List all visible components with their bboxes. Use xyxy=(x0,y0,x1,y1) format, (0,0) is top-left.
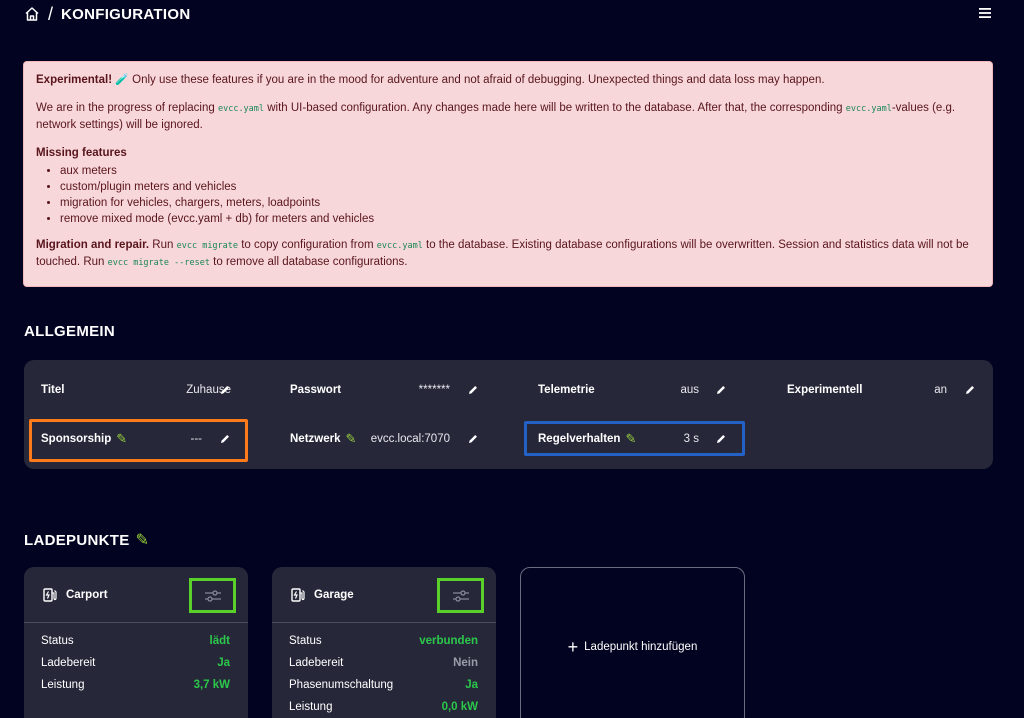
setting-network[interactable]: Netzwerk ✎ evcc.local:7070 xyxy=(290,428,450,450)
loadpoint-row-ready: Ladebereit Nein xyxy=(289,657,478,673)
loadpoint-name: Carport xyxy=(66,588,108,601)
loadpoint-name: Garage xyxy=(314,588,354,601)
setting-value: ******* xyxy=(418,384,450,396)
row-value: verbunden xyxy=(419,635,478,647)
setting-telemetry[interactable]: Telemetrie aus xyxy=(538,379,699,401)
alert-code: evcc migrate --reset xyxy=(107,258,210,268)
setting-label: Passwort xyxy=(290,384,342,396)
loadpoint-row-status: Status verbunden xyxy=(289,635,478,651)
sliders-icon xyxy=(204,589,221,602)
list-item: custom/plugin meters and vehicles xyxy=(60,179,980,195)
sliders-icon xyxy=(452,589,469,602)
loadpoint-card-carport: Carport Status lädt Ladebereit Ja Leistu… xyxy=(24,567,248,718)
breadcrumb-separator: / xyxy=(48,3,54,24)
setting-label: Netzwerk xyxy=(290,433,341,445)
home-icon[interactable] xyxy=(24,6,40,22)
loadpoint-row-status: Status lädt xyxy=(41,635,230,651)
loadpoint-header: Carport xyxy=(24,567,248,623)
list-item: migration for vehicles, chargers, meters… xyxy=(60,195,980,211)
row-value: 0,0 kW xyxy=(441,701,478,713)
section-title-text: LADEPUNKTE xyxy=(24,531,130,549)
row-value: Nein xyxy=(453,657,478,669)
add-loadpoint-label: Ladepunkt hinzufügen xyxy=(584,641,698,653)
charger-icon xyxy=(43,587,57,602)
loadpoint-card-garage: Garage Status verbunden Ladebereit Nein … xyxy=(272,567,496,718)
alert-text: to remove all database configurations. xyxy=(209,256,408,268)
highlight-control-behavior xyxy=(524,421,745,456)
edit-experimental-icon[interactable] xyxy=(964,384,976,396)
page-title: KONFIGURATION xyxy=(61,5,191,23)
alert-missing-features: Missing features aux meters custom/plugi… xyxy=(36,145,980,227)
charger-icon xyxy=(291,587,305,602)
alert-text: with UI-based configuration. Any changes… xyxy=(264,102,846,114)
setting-label: Telemetrie xyxy=(538,384,595,396)
alert-experimental-bold: Experimental! xyxy=(36,74,113,86)
section-title-loadpoints: LADEPUNKTE ✎ xyxy=(24,530,149,550)
setting-password[interactable]: Passwort ******* xyxy=(290,379,450,401)
missing-features-list: aux meters custom/plugin meters and vehi… xyxy=(60,163,980,227)
alert-paragraph-migration: Migration and repair. Run evcc migrate t… xyxy=(36,237,980,271)
loadpoint-row-phase-switching: Phasenumschaltung Ja xyxy=(289,679,478,695)
alert-experimental-text: Only use these features if you are in th… xyxy=(128,74,825,86)
alert-code: evcc.yaml xyxy=(217,104,265,114)
setting-label-wrap: Netzwerk ✎ xyxy=(290,431,356,447)
experimental-warning: Experimental! 🧪 Only use these features … xyxy=(23,61,993,287)
loadpoint-row-power: Leistung 0,0 kW xyxy=(289,701,478,717)
edit-password-icon[interactable] xyxy=(467,384,479,396)
section-title-text: ALLGEMEIN xyxy=(24,323,116,340)
alert-text: to copy configuration from xyxy=(238,239,377,251)
setting-value: aus xyxy=(680,384,699,396)
edit-title-icon[interactable] xyxy=(219,384,231,396)
plus-icon: + xyxy=(567,637,579,657)
alert-migration-bold: Migration and repair. xyxy=(36,239,150,251)
alert-code: evcc.yaml xyxy=(845,104,892,114)
alert-paragraph-experimental: Experimental! 🧪 Only use these features … xyxy=(36,72,980,88)
setting-experimental[interactable]: Experimentell an xyxy=(787,379,947,401)
setting-title[interactable]: Titel Zuhause xyxy=(41,379,231,401)
loadpoint-header: Garage xyxy=(272,567,496,623)
edit-telemetry-icon[interactable] xyxy=(715,384,727,396)
setting-value: evcc.local:7070 xyxy=(370,433,450,445)
row-key: Leistung xyxy=(289,701,333,713)
row-key: Status xyxy=(289,635,322,647)
setting-value: an xyxy=(934,384,947,396)
experimental-pencil-icon: ✎ xyxy=(135,532,150,549)
loadpoint-settings-button[interactable] xyxy=(437,578,484,613)
list-item: remove mixed mode (evcc.yaml + db) for m… xyxy=(60,211,980,227)
flask-icon: 🧪 xyxy=(115,74,129,86)
loadpoint-row-ready: Ladebereit Ja xyxy=(41,657,230,673)
highlight-sponsorship xyxy=(29,419,248,462)
row-value: 3,7 kW xyxy=(193,679,230,691)
section-title-general: ALLGEMEIN xyxy=(24,323,115,340)
row-value: Ja xyxy=(465,679,478,691)
alert-text: We are in the progress of replacing xyxy=(36,102,218,114)
alert-paragraph-replacing: We are in the progress of replacing evcc… xyxy=(36,100,980,133)
loadpoint-row-power: Leistung 3,7 kW xyxy=(41,679,230,695)
missing-features-title: Missing features xyxy=(36,147,127,159)
add-loadpoint-button[interactable]: + Ladepunkt hinzufügen xyxy=(520,567,745,718)
row-key: Ladebereit xyxy=(41,657,96,669)
list-item: aux meters xyxy=(60,163,980,179)
hamburger-menu-icon[interactable] xyxy=(978,6,992,20)
alert-code: evcc.yaml xyxy=(376,241,423,251)
loadpoint-settings-button[interactable] xyxy=(189,578,236,613)
row-value: lädt xyxy=(209,635,230,647)
top-bar: / KONFIGURATION xyxy=(24,0,1000,28)
alert-code: evcc migrate xyxy=(176,241,239,251)
edit-network-icon[interactable] xyxy=(467,433,479,445)
setting-label: Titel xyxy=(41,384,65,396)
setting-value: Zuhause xyxy=(186,384,231,396)
setting-label: Experimentell xyxy=(787,384,863,396)
row-value: Ja xyxy=(217,657,230,669)
row-key: Phasenumschaltung xyxy=(289,679,394,691)
alert-text: Run xyxy=(149,239,177,251)
row-key: Status xyxy=(41,635,74,647)
row-key: Ladebereit xyxy=(289,657,344,669)
experimental-pencil-icon: ✎ xyxy=(345,431,357,446)
row-key: Leistung xyxy=(41,679,85,691)
